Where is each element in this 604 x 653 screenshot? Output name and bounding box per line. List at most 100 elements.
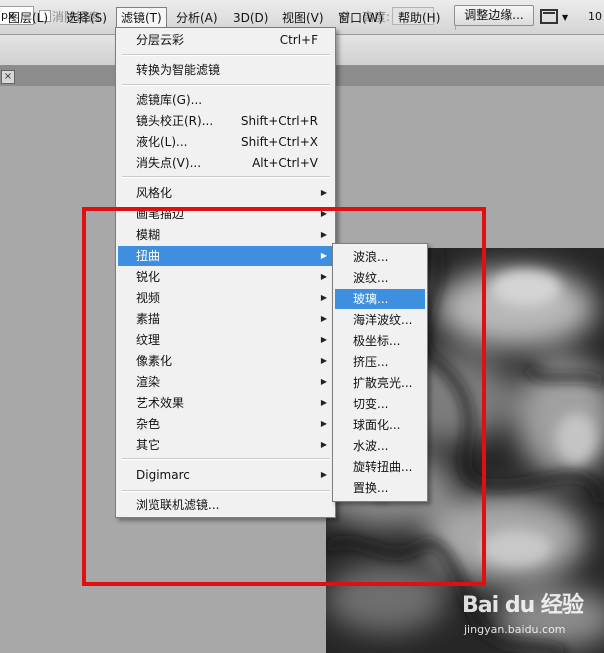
menu-item-category[interactable]: 画笔描边 ▶ <box>118 204 333 224</box>
submenu-arrow-icon: ▶ <box>320 293 327 302</box>
menu-item-label: 浏览联机滤镜... <box>136 498 220 512</box>
filter-menu: 分层云彩 Ctrl+F 转换为智能滤镜 滤镜库(G)... 镜头校正(R)... S… <box>115 27 336 518</box>
submenu-item-label: 波纹... <box>353 271 389 285</box>
menu-item-label: 素描 <box>136 312 161 326</box>
submenu-item-label: 极坐标... <box>353 334 401 348</box>
menu-item-category[interactable]: 扭曲 ▶ <box>118 246 333 266</box>
submenu-arrow-icon: ▶ <box>320 440 327 449</box>
menu-item-label: 画笔描边 <box>136 207 185 221</box>
menu-item-label: 渲染 <box>136 375 161 389</box>
submenu-arrow-icon: ▶ <box>320 470 327 479</box>
menu-item-category[interactable]: 风格化 ▶ <box>118 183 333 203</box>
menu-item-label: 杂色 <box>136 417 161 431</box>
menu-item-category[interactable]: 纹理 ▶ <box>118 330 333 350</box>
menu-4[interactable]: 3D(D) <box>233 9 268 27</box>
submenu-item-label: 玻璃... <box>353 292 389 306</box>
submenu-arrow-icon: ▶ <box>320 398 327 407</box>
screen-mode-dropdown-icon[interactable]: ▼ <box>562 13 568 22</box>
menu-item-last-filter[interactable]: 分层云彩 Ctrl+F <box>118 30 333 50</box>
menu-item-label: 其它 <box>136 438 161 452</box>
submenu-item-label: 水波... <box>353 439 389 453</box>
menu-item-category[interactable]: 模糊 ▶ <box>118 225 333 245</box>
menu-item-label: 艺术效果 <box>136 396 185 410</box>
menu-item-top-filter[interactable]: 镜头校正(R)... Shift+Ctrl+R <box>118 111 333 131</box>
menu-item-category[interactable]: 锐化 ▶ <box>118 267 333 287</box>
menu-item-label: 滤镜库(G)... <box>136 93 203 107</box>
submenu-item-distort[interactable]: 极坐标... <box>335 331 425 351</box>
menu-item-label: 消失点(V)... <box>136 156 202 170</box>
submenu-item-label: 切变... <box>353 397 389 411</box>
menu-1[interactable]: 选择(S) <box>66 9 107 27</box>
submenu-arrow-icon: ▶ <box>320 419 327 428</box>
watermark-brand: Bai du 经验 <box>462 593 584 618</box>
submenu-item-distort[interactable]: 挤压... <box>335 352 425 372</box>
menu-5[interactable]: 视图(V) <box>282 9 324 27</box>
submenu-arrow-icon: ▶ <box>320 272 327 281</box>
close-document-icon[interactable]: × <box>1 70 15 84</box>
menu-item-top-filter[interactable]: 消失点(V)... Alt+Ctrl+V <box>118 153 333 173</box>
menu-0[interactable]: 图层(L) <box>8 9 48 27</box>
menu-item-category[interactable]: 视频 ▶ <box>118 288 333 308</box>
menu-3[interactable]: 分析(A) <box>176 9 218 27</box>
submenu-arrow-icon: ▶ <box>320 377 327 386</box>
menu-item-digimarc[interactable]: Digimarc ▶ <box>118 465 333 485</box>
menu-item-top-filter[interactable]: 液化(L)... Shift+Ctrl+X <box>118 132 333 152</box>
submenu-item-distort[interactable]: 玻璃... <box>335 289 425 309</box>
menu-7[interactable]: 帮助(H) <box>398 9 440 27</box>
menu-item-category[interactable]: 艺术效果 ▶ <box>118 393 333 413</box>
submenu-item-label: 波浪... <box>353 250 389 264</box>
menu-item-shortcut: Ctrl+F <box>279 33 318 47</box>
menu-item-category[interactable]: 渲染 ▶ <box>118 372 333 392</box>
submenu-arrow-icon: ▶ <box>320 356 327 365</box>
screen-mode-icon[interactable] <box>540 9 558 24</box>
menu-item-label: 锐化 <box>136 270 161 284</box>
submenu-item-label: 海洋波纹... <box>353 313 413 327</box>
menu-6[interactable]: 窗口(W) <box>338 9 383 27</box>
submenu-item-distort[interactable]: 切变... <box>335 394 425 414</box>
submenu-item-distort[interactable]: 波浪... <box>335 247 425 267</box>
submenu-arrow-icon: ▶ <box>320 230 327 239</box>
menu-item-category[interactable]: 其它 ▶ <box>118 435 333 455</box>
menu-item-shortcut: Shift+Ctrl+R <box>240 114 318 128</box>
submenu-item-distort[interactable]: 扩散亮光... <box>335 373 425 393</box>
menu-item-label: 转换为智能滤镜 <box>136 63 221 77</box>
submenu-item-distort[interactable]: 波纹... <box>335 268 425 288</box>
menu-separator <box>122 490 330 492</box>
submenu-item-distort[interactable]: 旋转扭曲... <box>335 457 425 477</box>
menu-item-label: 扭曲 <box>136 249 161 263</box>
zoom-level[interactable]: 10 <box>588 10 602 23</box>
menu-2[interactable]: 滤镜(T) <box>116 7 167 28</box>
submenu-item-label: 置换... <box>353 481 389 495</box>
menu-item-category[interactable]: 像素化 ▶ <box>118 351 333 371</box>
submenu-arrow-icon: ▶ <box>320 335 327 344</box>
menu-item-label: 视频 <box>136 291 161 305</box>
submenu-item-distort[interactable]: 海洋波纹... <box>335 310 425 330</box>
menu-item-label: 像素化 <box>136 354 173 368</box>
refine-edge-button[interactable]: 调整边缘... <box>454 5 534 26</box>
menu-item-label: 纹理 <box>136 333 161 347</box>
menu-item-shortcut: Shift+Ctrl+X <box>241 135 318 149</box>
menu-item-label: 模糊 <box>136 228 161 242</box>
menu-item-convert-smart-filters[interactable]: 转换为智能滤镜 <box>118 60 333 80</box>
submenu-arrow-icon: ▶ <box>320 188 327 197</box>
submenu-item-distort[interactable]: 置换... <box>335 478 425 498</box>
submenu-item-label: 球面化... <box>353 418 401 432</box>
menu-item-label: Digimarc <box>136 468 190 482</box>
submenu-arrow-icon: ▶ <box>320 314 327 323</box>
menu-item-label: 分层云彩 <box>136 33 185 47</box>
submenu-item-label: 挤压... <box>353 355 389 369</box>
menu-item-category[interactable]: 素描 ▶ <box>118 309 333 329</box>
menu-item-category[interactable]: 杂色 ▶ <box>118 414 333 434</box>
menu-item-label: 风格化 <box>136 186 173 200</box>
menu-separator <box>122 176 330 178</box>
menu-item-shortcut: Alt+Ctrl+V <box>252 156 318 170</box>
distort-submenu: 波浪... 波纹... 玻璃... 海洋波纹... 极坐标... 挤压... 扩散亮光...… <box>332 243 428 502</box>
submenu-item-distort[interactable]: 水波... <box>335 436 425 456</box>
menu-separator <box>122 54 330 56</box>
menu-item-top-filter[interactable]: 滤镜库(G)... <box>118 90 333 110</box>
menu-separator <box>122 458 330 460</box>
menu-item-label: 液化(L)... <box>136 135 188 149</box>
submenu-item-distort[interactable]: 球面化... <box>335 415 425 435</box>
menu-item-label: 镜头校正(R)... <box>136 114 214 128</box>
menu-item-browse-online-filters[interactable]: 浏览联机滤镜... <box>118 495 333 515</box>
